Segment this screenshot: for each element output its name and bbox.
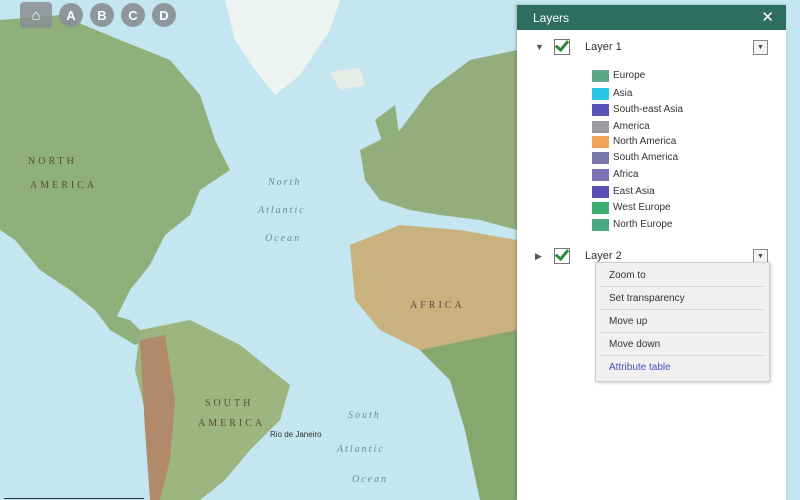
layers-panel: Layers ✕ ▼ Layer 1 ▼ Europe Asia South-e… xyxy=(517,5,786,500)
ocean-label-atlantic: Atlantic xyxy=(258,205,306,216)
layer-1-name: Layer 1 xyxy=(585,41,622,53)
layer-1-checkbox[interactable] xyxy=(554,39,570,55)
layer-row-1: ▼ Layer 1 ▼ xyxy=(517,37,786,57)
legend-item: Asia xyxy=(592,85,632,102)
legend-swatch xyxy=(592,120,609,133)
ocean-label-ocean: Ocean xyxy=(265,233,302,244)
landmass-africa-green xyxy=(420,330,517,500)
land-label-north: NORTH xyxy=(28,156,77,167)
legend-swatch xyxy=(592,103,609,116)
legend-label: Asia xyxy=(613,88,633,99)
expand-down-icon[interactable]: ▼ xyxy=(535,42,544,52)
legend-item: West Europe xyxy=(592,199,671,216)
menu-move-up[interactable]: Move up xyxy=(601,310,764,333)
bookmark-a-button[interactable]: A xyxy=(59,3,83,27)
map-toolbar: ⌂ A B C D xyxy=(20,2,176,28)
ocean-label-south: South xyxy=(348,410,381,421)
legend-swatch xyxy=(592,218,609,231)
legend-label: East Asia xyxy=(613,186,655,197)
land-label-south-america: AMERICA xyxy=(198,418,266,429)
legend-swatch xyxy=(592,168,609,181)
landmass-greenland xyxy=(225,0,340,95)
home-zoom-icon[interactable]: ⌂ xyxy=(20,2,52,28)
menu-move-down[interactable]: Move down xyxy=(601,333,764,356)
legend-label: Africa xyxy=(613,169,639,180)
legend-swatch xyxy=(592,185,609,198)
land-label-south: SOUTH xyxy=(205,398,254,409)
menu-attribute-table[interactable]: Attribute table xyxy=(601,356,764,379)
land-label-africa: AFRICA xyxy=(410,300,465,311)
legend-label: West Europe xyxy=(613,202,671,213)
legend-swatch xyxy=(592,201,609,214)
ocean-label-south-atlantic: Atlantic xyxy=(337,444,385,455)
layer-2-checkbox[interactable] xyxy=(554,248,570,264)
legend-item: East Asia xyxy=(592,183,655,200)
bookmark-c-button[interactable]: C xyxy=(121,3,145,27)
layer-2-name: Layer 2 xyxy=(585,250,622,262)
menu-zoom-to[interactable]: Zoom to xyxy=(601,264,764,287)
legend-item: Africa xyxy=(592,166,639,183)
legend-swatch xyxy=(592,69,609,82)
legend-label: North America xyxy=(613,136,677,147)
legend-item: North America xyxy=(592,133,676,150)
scale-bar xyxy=(4,498,144,499)
legend-item: South-east Asia xyxy=(592,101,683,118)
layers-panel-header: Layers ✕ xyxy=(517,5,786,30)
legend-swatch xyxy=(592,135,609,148)
legend-swatch xyxy=(592,151,609,164)
legend-swatch xyxy=(592,87,609,100)
bookmark-b-button[interactable]: B xyxy=(90,3,114,27)
legend-item: Europe xyxy=(592,67,645,84)
legend-item: North Europe xyxy=(592,216,672,233)
land-label-america: AMERICA xyxy=(30,180,98,191)
ocean-label-south-ocean: Ocean xyxy=(352,474,389,485)
bookmark-d-button[interactable]: D xyxy=(152,3,176,27)
city-label-rio: Rio de Janeiro xyxy=(270,430,322,439)
close-icon[interactable]: ✕ xyxy=(761,10,774,25)
landmass-north-america xyxy=(0,15,230,320)
legend-label: America xyxy=(613,121,650,132)
landmass-iceland xyxy=(330,68,365,90)
legend-label: South-east Asia xyxy=(613,104,684,115)
legend-label: Europe xyxy=(613,70,646,81)
legend-label: North Europe xyxy=(613,219,673,230)
legend-item: South America xyxy=(592,149,678,166)
ocean-label-north: North xyxy=(268,177,302,188)
legend-label: South America xyxy=(613,152,679,163)
panel-title: Layers xyxy=(533,10,570,25)
layer-context-menu: Zoom to Set transparency Move up Move do… xyxy=(595,262,770,382)
expand-right-icon[interactable]: ▶ xyxy=(535,251,542,262)
layer-1-menu-button[interactable]: ▼ xyxy=(753,39,768,55)
menu-set-transparency[interactable]: Set transparency xyxy=(601,287,764,310)
